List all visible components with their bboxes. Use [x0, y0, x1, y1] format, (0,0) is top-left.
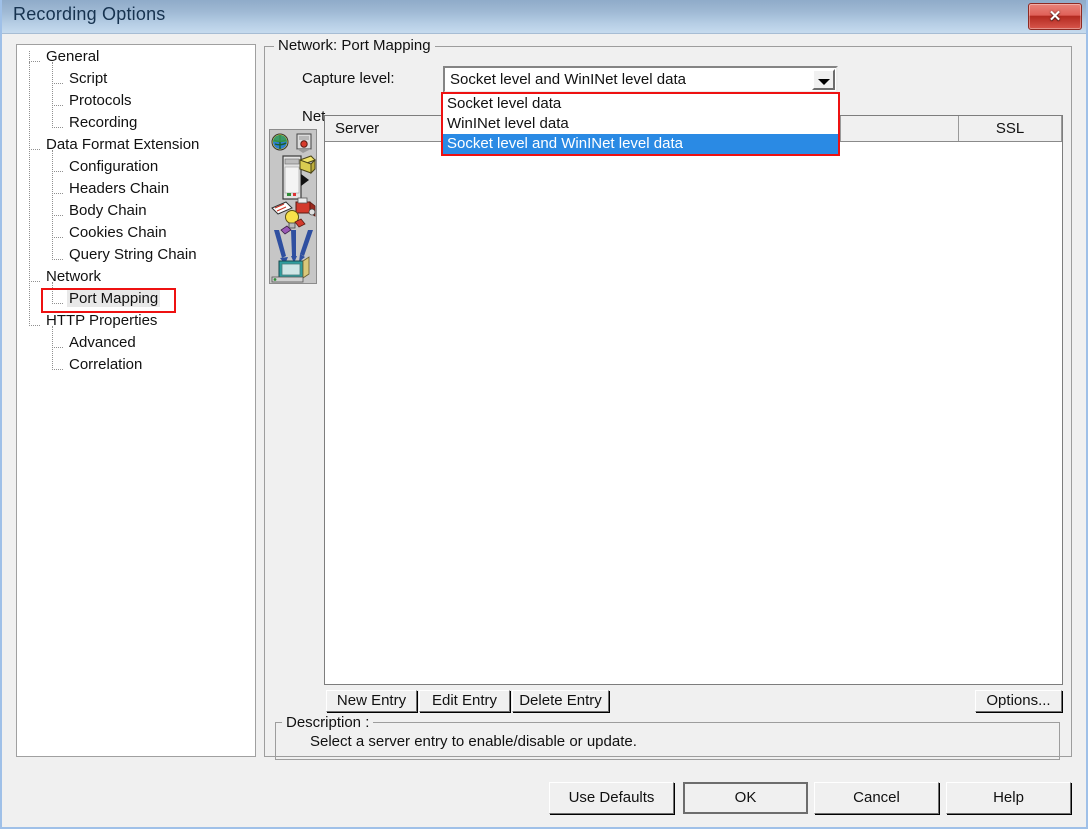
tree-item-label: Port Mapping: [67, 290, 161, 307]
tree-item-cookies-chain[interactable]: Cookies Chain: [67, 222, 169, 244]
delete-entry-button[interactable]: Delete Entry: [512, 690, 609, 712]
dropdown-option-2[interactable]: Socket level and WinINet level data: [443, 134, 838, 154]
tree-item-label: HTTP Properties: [46, 312, 158, 329]
tree-item-data-format-extension[interactable]: Data Format Extension: [44, 134, 201, 156]
tree-connector: [52, 359, 63, 370]
tree-item-general[interactable]: General: [44, 46, 101, 68]
options-button[interactable]: Options...: [975, 690, 1062, 712]
table-column-header-2[interactable]: [841, 116, 959, 141]
server-icon: [296, 133, 312, 153]
tree-connector: [29, 315, 40, 326]
new-entry-button[interactable]: New Entry: [326, 690, 417, 712]
chevron-down-icon[interactable]: [812, 69, 835, 90]
tree-item-label: General: [46, 48, 100, 65]
tree-item-label: Correlation: [69, 356, 143, 373]
capture-level-combo[interactable]: Socket level and WinINet level data: [443, 66, 838, 93]
port-mapping-table[interactable]: Server SSL: [324, 115, 1063, 685]
tree-item-label: Network: [46, 268, 102, 285]
network-mapping-illustration: [269, 129, 317, 284]
tree-connector: [52, 337, 63, 348]
tree-item-port-mapping[interactable]: Port Mapping: [67, 288, 161, 310]
tree-item-http-properties[interactable]: HTTP Properties: [44, 310, 159, 332]
group-title: Network: Port Mapping: [274, 37, 435, 54]
tree-connector: [52, 183, 63, 194]
tree-connector: [52, 161, 63, 172]
edit-entry-button[interactable]: Edit Entry: [419, 690, 510, 712]
ok-button[interactable]: OK: [683, 782, 808, 814]
tree-connector: [52, 205, 63, 216]
tree-connector: [52, 249, 63, 260]
tree-child-spine: [52, 150, 53, 260]
recording-options-tree[interactable]: General Script Protocols Recording Data Form…: [16, 44, 256, 757]
tree-spine: [29, 62, 30, 326]
tree-item-script[interactable]: Script: [67, 68, 109, 90]
capture-level-dropdown-list[interactable]: Socket level data WinINet level data Socke…: [441, 92, 840, 156]
monitor-icon: [271, 256, 310, 283]
window-title-bar: Recording Options ✕: [2, 0, 1086, 34]
capture-level-value: Socket level and WinINet level data: [450, 71, 686, 88]
book-icon: [299, 155, 316, 175]
window-title: Recording Options: [13, 4, 166, 24]
network-label: Net: [302, 108, 326, 125]
tree-child-spine: [52, 62, 53, 128]
tree-child-spine: [52, 326, 53, 370]
dropdown-option-1[interactable]: WinINet level data: [443, 114, 838, 134]
printer-icon: [295, 197, 316, 217]
description-text: Select a server entry to enable/disable …: [310, 733, 637, 750]
cancel-button[interactable]: Cancel: [814, 782, 939, 814]
globe-icon: [271, 133, 289, 151]
tree-item-label: Query String Chain: [69, 246, 197, 263]
tree-item-label: Configuration: [69, 158, 159, 175]
close-button[interactable]: ✕: [1028, 3, 1082, 30]
description-group-label: Description :: [282, 714, 374, 731]
tree-item-query-string-chain[interactable]: Query String Chain: [67, 244, 199, 266]
tree-connector: [52, 95, 63, 106]
tree-connector: [52, 117, 63, 128]
tree-item-body-chain[interactable]: Body Chain: [67, 200, 149, 222]
table-column-header-ssl[interactable]: SSL: [959, 116, 1062, 141]
tree-item-label: Body Chain: [69, 202, 147, 219]
tree-connector: [29, 51, 40, 62]
tree-item-label: Data Format Extension: [46, 136, 200, 153]
tree-connector: [29, 139, 40, 150]
illustration-svg: [271, 133, 316, 283]
tree-item-label: Recording: [69, 114, 138, 131]
tree-item-headers-chain[interactable]: Headers Chain: [67, 178, 171, 200]
tree-connector: [52, 73, 63, 84]
tree-item-correlation[interactable]: Correlation: [67, 354, 144, 376]
capture-level-label: Capture level:: [302, 70, 395, 87]
table-body[interactable]: [325, 142, 1062, 684]
tree-item-recording[interactable]: Recording: [67, 112, 139, 134]
close-icon: ✕: [1048, 8, 1062, 25]
table-column-header-server[interactable]: Server: [327, 116, 445, 141]
tree-item-advanced[interactable]: Advanced: [67, 332, 138, 354]
tree-item-configuration[interactable]: Configuration: [67, 156, 160, 178]
tree-item-network[interactable]: Network: [44, 266, 103, 288]
tree-connector: [52, 293, 63, 304]
help-button[interactable]: Help: [946, 782, 1071, 814]
tree-item-label: Protocols: [69, 92, 132, 109]
dropdown-option-0[interactable]: Socket level data: [443, 94, 838, 114]
tree-connector: [29, 271, 40, 282]
tree-item-label: Cookies Chain: [69, 224, 167, 241]
tree-item-label: Advanced: [69, 334, 136, 351]
tree-item-protocols[interactable]: Protocols: [67, 90, 134, 112]
tree-item-label: Headers Chain: [69, 180, 170, 197]
use-defaults-button[interactable]: Use Defaults: [549, 782, 674, 814]
tree-connector: [52, 227, 63, 238]
tree-item-label: Script: [69, 70, 108, 87]
